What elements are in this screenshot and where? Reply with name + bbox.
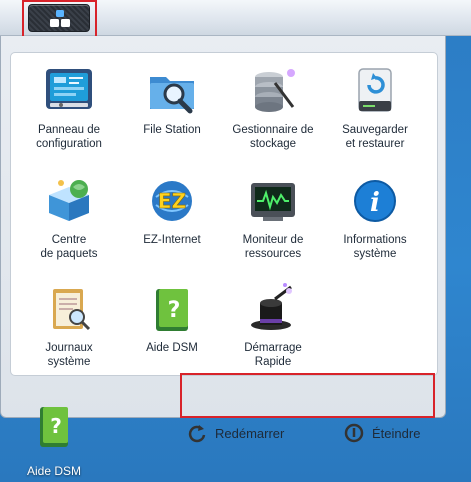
storage-manager-icon — [255, 69, 295, 112]
file-station-icon — [150, 77, 194, 114]
svg-text:i: i — [370, 188, 380, 218]
restart-icon — [188, 425, 206, 443]
app-label: Moniteur de ressources — [242, 234, 304, 260]
app-label: Aide DSM — [146, 342, 198, 354]
ez-internet-icon: EZ — [152, 181, 192, 221]
app-label: Sauvegarder et restaurer — [342, 124, 408, 150]
backup-restore-icon — [358, 68, 392, 112]
highlight-box-menu-button — [22, 0, 97, 40]
desktop-shortcut-label: Aide DSM — [26, 464, 82, 478]
shutdown-button[interactable]: Éteindre — [344, 422, 420, 444]
app-label: Gestionnaire de stockage — [232, 124, 314, 150]
restart-button[interactable]: Redémarrer — [187, 422, 284, 444]
system-info-icon: i — [354, 180, 396, 222]
svg-text:?: ? — [168, 298, 181, 323]
app-system-log[interactable]: Journaux système — [19, 281, 119, 369]
app-file-station[interactable]: File Station — [122, 63, 222, 137]
power-icon — [344, 423, 364, 443]
app-dsm-help[interactable]: ? Aide DSM — [122, 281, 222, 355]
dsm-help-icon: ? — [156, 289, 188, 331]
app-label: Informations système — [343, 234, 407, 260]
package-center-icon — [49, 180, 89, 221]
app-storage-manager[interactable]: Gestionnaire de stockage — [223, 63, 323, 151]
app-package-center[interactable]: Centre de paquets — [19, 173, 119, 261]
restart-label: Redémarrer — [215, 425, 285, 441]
resource-monitor-icon — [251, 183, 295, 221]
svg-text:?: ? — [50, 414, 62, 438]
system-log-icon — [53, 289, 91, 331]
highlight-box-power-buttons — [180, 373, 435, 418]
app-backup-restore[interactable]: Sauvegarder et restaurer — [325, 63, 425, 151]
app-resource-monitor[interactable]: Moniteur de ressources — [223, 173, 323, 261]
control-panel-icon — [46, 69, 92, 109]
app-label: Démarrage Rapide — [244, 342, 302, 368]
shutdown-label: Éteindre — [372, 425, 421, 441]
app-system-info[interactable]: i Informations système — [325, 173, 425, 261]
app-label: EZ-Internet — [143, 234, 201, 246]
app-grid: Panneau de configuration File Station Ge… — [10, 52, 438, 376]
app-ez-internet[interactable]: EZ EZ-Internet — [122, 173, 222, 247]
app-label: File Station — [143, 124, 201, 136]
app-control-panel[interactable]: Panneau de configuration — [19, 63, 119, 151]
app-label: Panneau de configuration — [36, 124, 102, 150]
quick-start-icon — [251, 283, 292, 330]
svg-text:EZ: EZ — [158, 189, 186, 213]
dsm-help-icon: ? — [40, 407, 68, 447]
app-quick-start[interactable]: Démarrage Rapide — [223, 281, 323, 369]
app-label: Journaux système — [45, 342, 93, 368]
desktop-shortcut-dsm-help[interactable]: ? Aide DSM — [16, 405, 92, 478]
main-menu-panel: Panneau de configuration File Station Ge… — [0, 36, 446, 443]
app-label: Centre de paquets — [40, 234, 98, 260]
